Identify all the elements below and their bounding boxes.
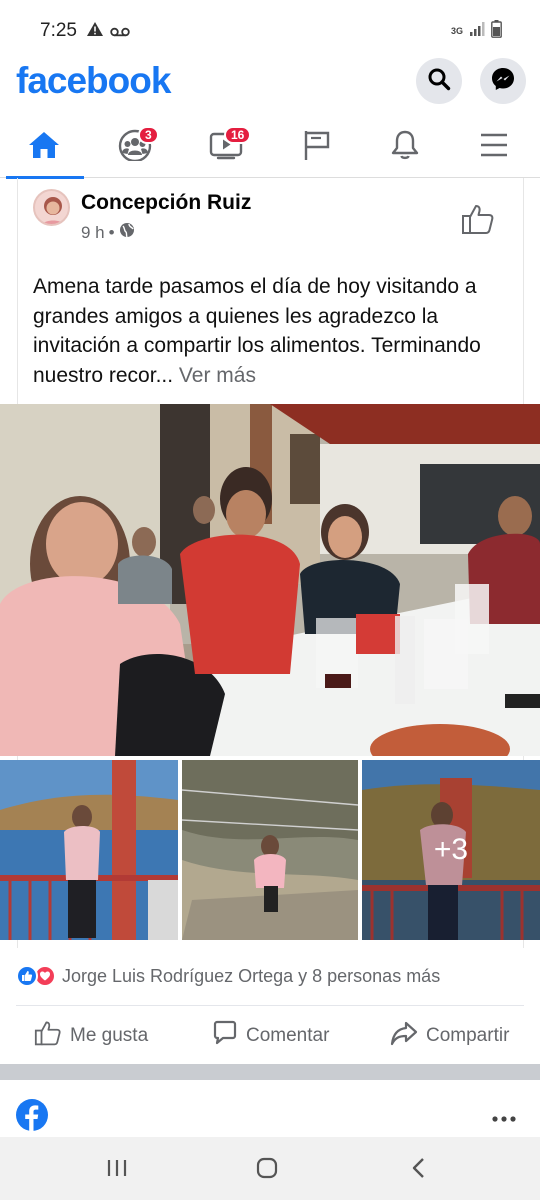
search-button[interactable] [416, 58, 462, 104]
more-photos-count[interactable]: +3 [362, 760, 540, 940]
battery-icon [491, 20, 502, 43]
comment-button[interactable]: Comentar [212, 1020, 329, 1052]
share-label: Compartir [426, 1025, 510, 1046]
thumbs-up-icon [461, 205, 495, 239]
next-post-header [0, 1080, 540, 1140]
messenger-icon [490, 66, 516, 97]
tab-bar: 3 16 [0, 116, 540, 179]
post-photo-thumb[interactable] [182, 760, 358, 940]
author-name[interactable]: Concepción Ruiz [81, 191, 251, 215]
globe-icon [119, 222, 135, 243]
facebook-logo[interactable]: facebook [16, 60, 171, 102]
system-nav-bar [0, 1137, 540, 1200]
post-time[interactable]: 9 h [81, 223, 105, 243]
author-avatar[interactable] [33, 189, 70, 226]
post-text: Amena tarde pasamos el día de hoy visita… [33, 272, 513, 390]
app-header: facebook [0, 58, 540, 108]
status-bar: 7:25 3G [0, 0, 540, 58]
post-body: Amena tarde pasamos el día de hoy visita… [33, 275, 481, 387]
post-meta: 9 h • [81, 222, 135, 243]
post-photo-main[interactable] [0, 404, 540, 756]
tab-home[interactable] [4, 116, 84, 179]
recent-apps-icon[interactable] [106, 1157, 128, 1184]
tab-pages[interactable] [277, 116, 357, 178]
home-icon [27, 130, 61, 165]
tab-watch[interactable]: 16 [186, 116, 266, 178]
back-icon[interactable] [410, 1157, 428, 1184]
divider [16, 1005, 524, 1006]
feed-separator [0, 1064, 540, 1080]
share-icon [390, 1020, 418, 1052]
reactions-text: Jorge Luis Rodríguez Ortega y 8 personas… [62, 965, 441, 986]
bell-icon [390, 129, 420, 166]
comment-label: Comentar [246, 1025, 330, 1046]
meta-separator: • [108, 222, 115, 242]
groups-badge: 3 [138, 126, 159, 144]
post-actions: Me gusta Comentar Compartir [0, 1010, 540, 1062]
post-photo-thumb[interactable]: +3 [362, 760, 540, 940]
more-dots-icon[interactable] [492, 1110, 516, 1128]
share-button[interactable]: Compartir [390, 1020, 509, 1052]
tab-menu[interactable] [454, 116, 534, 178]
like-button[interactable]: Me gusta [34, 1020, 148, 1052]
watch-badge: 16 [224, 126, 252, 144]
search-icon [427, 67, 451, 96]
facebook-icon[interactable] [16, 1099, 48, 1136]
tab-notifications[interactable] [365, 116, 445, 178]
thumbs-up-icon [34, 1020, 62, 1052]
menu-icon [479, 132, 509, 163]
warning-icon [86, 21, 104, 42]
status-time: 7:25 [40, 20, 77, 41]
see-more-link[interactable]: Ver más [179, 364, 256, 387]
voicemail-icon [110, 24, 130, 42]
quick-like-button[interactable] [461, 203, 495, 240]
post-photo-thumb[interactable] [0, 760, 178, 940]
network-type: 3G [450, 26, 463, 36]
home-nav-icon[interactable] [256, 1157, 278, 1184]
like-label: Me gusta [70, 1025, 149, 1046]
like-reaction-icon [16, 965, 38, 987]
flag-icon [302, 129, 332, 166]
reactions-summary[interactable]: Jorge Luis Rodríguez Ortega y 8 personas… [16, 965, 440, 987]
comment-icon [212, 1020, 238, 1052]
signal-icon [469, 21, 485, 42]
post-photo-thumbnails: +3 [0, 760, 540, 940]
messenger-button[interactable] [480, 58, 526, 104]
tab-groups[interactable]: 3 [95, 116, 175, 178]
